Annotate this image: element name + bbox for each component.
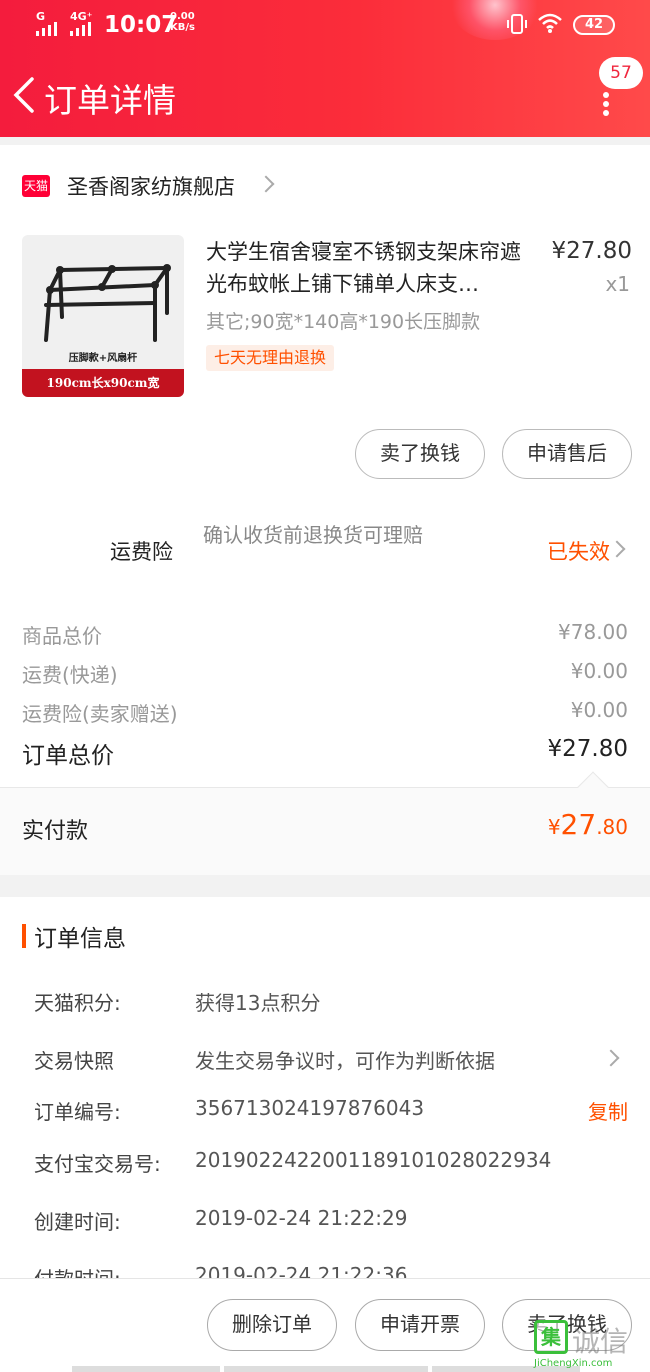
message-badge[interactable]: 57 (599, 57, 643, 89)
price-row-label: 运费险(卖家赠送) (22, 702, 178, 726)
watermark-logo: 集 诚信 JiChengXin.com (530, 1318, 650, 1372)
battery-indicator: 42 (573, 15, 615, 35)
watermark-url: JiChengXin.com (534, 1358, 613, 1369)
signal-icon-2 (70, 22, 91, 36)
watermark-box: 集 (534, 1320, 568, 1354)
clock: 10:07 (104, 12, 178, 38)
nav-indicator (72, 1366, 220, 1372)
paid-decimal: .80 (596, 815, 628, 839)
product-image[interactable]: 压脚款+风扇杆 190cm长x90cm宽x140cm高 (22, 235, 184, 397)
info-key: 支付宝交易号: (34, 1152, 161, 1176)
price-row-value: ¥0.00 (570, 698, 628, 722)
price-row: 运费(快递) ¥0.00 (22, 659, 628, 688)
section-divider (0, 137, 650, 145)
request-invoice-button[interactable]: 申请开票 (355, 1299, 485, 1351)
price-row-label: 运费(快递) (22, 663, 118, 687)
price-row-label: 商品总价 (22, 624, 102, 648)
shop-row[interactable]: 天猫 圣香阁家纺旗舰店 (22, 168, 235, 204)
info-value: 2019-02-24 21:22:29 (195, 1206, 408, 1230)
paid-integer: 27 (560, 808, 597, 841)
section-divider (0, 875, 650, 897)
shop-name: 圣香阁家纺旗舰店 (67, 175, 235, 199)
insurance-label: 运费险 (110, 540, 173, 564)
insurance-description: 确认收货前退换货可理赔 (203, 523, 423, 547)
product-price: ¥27.80 (551, 238, 632, 264)
vibrate-icon (507, 14, 527, 34)
order-total-label: 订单总价 (22, 743, 114, 769)
return-policy-tag: 七天无理由退换 (206, 345, 335, 371)
info-key: 天猫积分: (34, 991, 121, 1015)
info-row: 订单编号: 356713024197876043 复制 (34, 1096, 628, 1126)
image-caption-top: 压脚款+风扇杆 (68, 353, 138, 364)
status-bar: G 4G⁺ 10:07 0.00 KB/s 42 (0, 0, 650, 50)
delete-order-button[interactable]: 删除订单 (207, 1299, 337, 1351)
info-key: 订单编号: (34, 1100, 121, 1124)
info-row-snapshot[interactable]: 交易快照 发生交易争议时，可作为判断依据 (34, 1045, 628, 1075)
paid-currency: ¥ (547, 815, 561, 839)
section-accent-bar (22, 924, 26, 948)
order-info-header: 订单信息 (22, 920, 126, 952)
price-row: 商品总价 ¥78.00 (22, 620, 628, 649)
speed-unit: KB/s (170, 22, 195, 33)
sell-button[interactable]: 卖了换钱 (355, 429, 485, 479)
info-row: 天猫积分: 获得13点积分 (34, 987, 628, 1017)
paid-label: 实付款 (22, 819, 89, 844)
order-total-row: 订单总价 ¥27.80 (22, 736, 628, 770)
info-key: 交易快照 (34, 1049, 114, 1073)
info-key: 创建时间: (34, 1210, 121, 1234)
page-title: 订单详情 (44, 81, 176, 120)
insurance-status[interactable]: 已失效 (547, 536, 610, 566)
product-title[interactable]: 大学生宿舍寝室不锈钢支架床帘遮光布蚊帐上铺下铺单人床支… (206, 236, 536, 300)
info-row: 创建时间: 2019-02-24 21:22:29 (34, 1206, 628, 1236)
copy-button[interactable]: 复制 (588, 1096, 628, 1125)
paid-amount: ¥27.80 (548, 808, 628, 841)
product-quantity: x1 (605, 272, 630, 296)
info-value: 发生交易争议时，可作为判断依据 (195, 1049, 495, 1073)
wifi-icon (538, 13, 562, 33)
after-sale-button[interactable]: 申请售后 (502, 429, 632, 479)
price-row-value: ¥0.00 (570, 659, 628, 683)
info-value: 356713024197876043 (195, 1096, 425, 1120)
product-sku: 其它;90宽*140高*190长压脚款 (206, 311, 481, 333)
chevron-right-icon[interactable] (257, 175, 275, 193)
info-value: 2019022422001189101028022934 (195, 1148, 552, 1172)
price-row-value: ¥78.00 (558, 620, 628, 644)
order-info-title: 订单信息 (34, 926, 126, 952)
tmall-logo: 天猫 (22, 175, 50, 197)
speed-value: 0.00 (170, 11, 195, 22)
app-header: G 4G⁺ 10:07 0.00 KB/s 42 订单详情 57 (0, 0, 650, 137)
chevron-right-icon[interactable] (608, 540, 626, 558)
back-chevron-icon[interactable] (10, 75, 38, 115)
price-row: 运费险(卖家赠送) ¥0.00 (22, 698, 628, 727)
order-total-value: ¥27.80 (547, 736, 628, 762)
watermark-text: 诚信 (572, 1325, 629, 1358)
image-caption-bottom: 190cm长x90cm宽x140cm高 (22, 369, 184, 397)
bed-frame-illustration (44, 264, 171, 342)
info-value: 获得13点积分 (195, 991, 321, 1015)
nav-indicator (224, 1366, 428, 1372)
network-speed: 0.00 KB/s (170, 11, 195, 33)
info-row: 支付宝交易号: 2019022422001189101028022934 (34, 1148, 628, 1178)
more-dots-icon[interactable] (603, 92, 611, 116)
signal-icon (36, 22, 57, 36)
